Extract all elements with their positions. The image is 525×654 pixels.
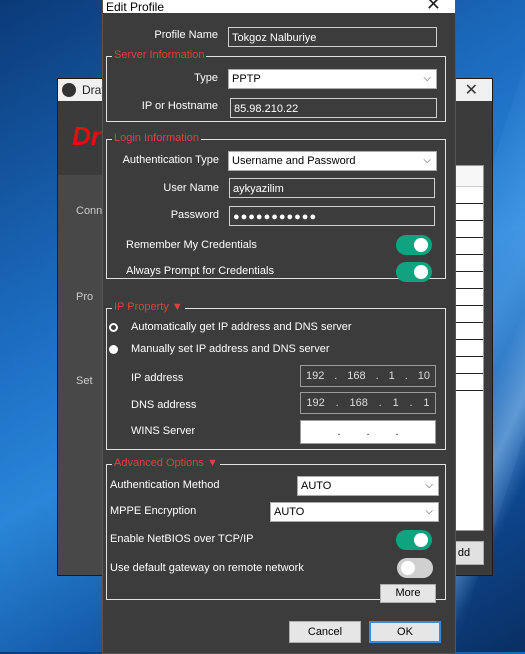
close-icon[interactable]: ✕ [426, 0, 441, 13]
authentication-type-value: Username and Password [232, 155, 356, 167]
type-select[interactable]: PPTP ⌵ [228, 69, 437, 89]
mppe-encryption-select[interactable]: AUTO ⌵ [270, 502, 439, 522]
wins-server-label: WINS Server [131, 425, 196, 437]
chevron-down-icon: ⌵ [423, 73, 431, 84]
password-input[interactable]: ●●●●●●●●●●● [229, 206, 435, 226]
background-sidebar: Conn Pro Set [58, 175, 106, 575]
sidebar-item-profile[interactable]: Pro [76, 291, 93, 303]
type-label: Type [194, 72, 218, 84]
server-information-legend: Server Information [112, 49, 207, 61]
auto-ip-label: Automatically get IP address and DNS ser… [131, 321, 352, 333]
dialog-title-bar: Edit Profile ✕ [103, 0, 455, 14]
user-name-label: User Name [163, 182, 219, 194]
wins-server-input[interactable]: ... [300, 420, 436, 444]
background-close-icon[interactable]: ✕ [465, 80, 478, 100]
profile-name-input[interactable]: Tokgoz Nalburiye [228, 27, 437, 47]
authentication-type-label: Authentication Type [122, 154, 219, 166]
advanced-options-legend: Advanced Options ▼ [112, 457, 220, 469]
hostname-label: IP or Hostname [141, 100, 218, 112]
default-gateway-toggle[interactable] [397, 558, 433, 578]
ok-button[interactable]: OK [369, 621, 441, 643]
always-prompt-toggle[interactable] [396, 262, 432, 282]
ip-property-legend: IP Property ▼ [112, 301, 185, 313]
authentication-method-label: Authentication Method [110, 479, 220, 491]
default-gateway-label: Use default gateway on remote network [110, 562, 304, 574]
user-name-input[interactable]: aykyazilim [229, 178, 435, 198]
dns-address-input[interactable]: 192. 168. 1. 1 [300, 392, 436, 414]
password-label: Password [170, 209, 219, 221]
always-prompt-label: Always Prompt for Credentials [126, 265, 274, 277]
brand-logo: Dr [72, 121, 101, 151]
chevron-down-icon: ⌵ [425, 506, 433, 517]
authentication-method-select[interactable]: AUTO ⌵ [297, 476, 439, 496]
app-logo-icon [62, 83, 76, 97]
profile-name-label: Profile Name [154, 29, 218, 41]
cancel-button[interactable]: Cancel [289, 621, 361, 643]
chevron-down-icon: ⌵ [423, 155, 431, 166]
auto-ip-radio[interactable] [109, 323, 118, 332]
sidebar-item-connection[interactable]: Conn [76, 205, 102, 217]
hostname-input[interactable]: 85.98.210.22 [230, 98, 437, 118]
login-information-legend: Login Information [112, 132, 201, 144]
dialog-title: Edit Profile [106, 0, 165, 14]
remember-credentials-label: Remember My Credentials [126, 239, 257, 251]
authentication-type-select[interactable]: Username and Password ⌵ [228, 151, 437, 171]
more-button[interactable]: More [380, 584, 436, 603]
ip-address-input[interactable]: 192. 168. 1. 10 [300, 365, 436, 387]
type-select-value: PPTP [232, 73, 261, 85]
netbios-label: Enable NetBIOS over TCP/IP [110, 533, 254, 545]
mppe-encryption-label: MPPE Encryption [110, 505, 197, 517]
ip-address-label: IP address [131, 372, 184, 384]
edit-profile-dialog: Edit Profile ✕ Profile Name Tokgoz Nalbu… [102, 0, 456, 654]
dns-address-label: DNS address [131, 399, 197, 411]
manual-ip-radio[interactable] [109, 345, 118, 354]
authentication-method-value: AUTO [301, 480, 332, 492]
remember-credentials-toggle[interactable] [396, 235, 432, 255]
chevron-down-icon: ⌵ [425, 480, 433, 491]
sidebar-item-settings[interactable]: Set [76, 375, 93, 387]
mppe-encryption-value: AUTO [274, 506, 305, 518]
netbios-toggle[interactable] [396, 530, 432, 550]
manual-ip-label: Manually set IP address and DNS server [131, 343, 330, 355]
